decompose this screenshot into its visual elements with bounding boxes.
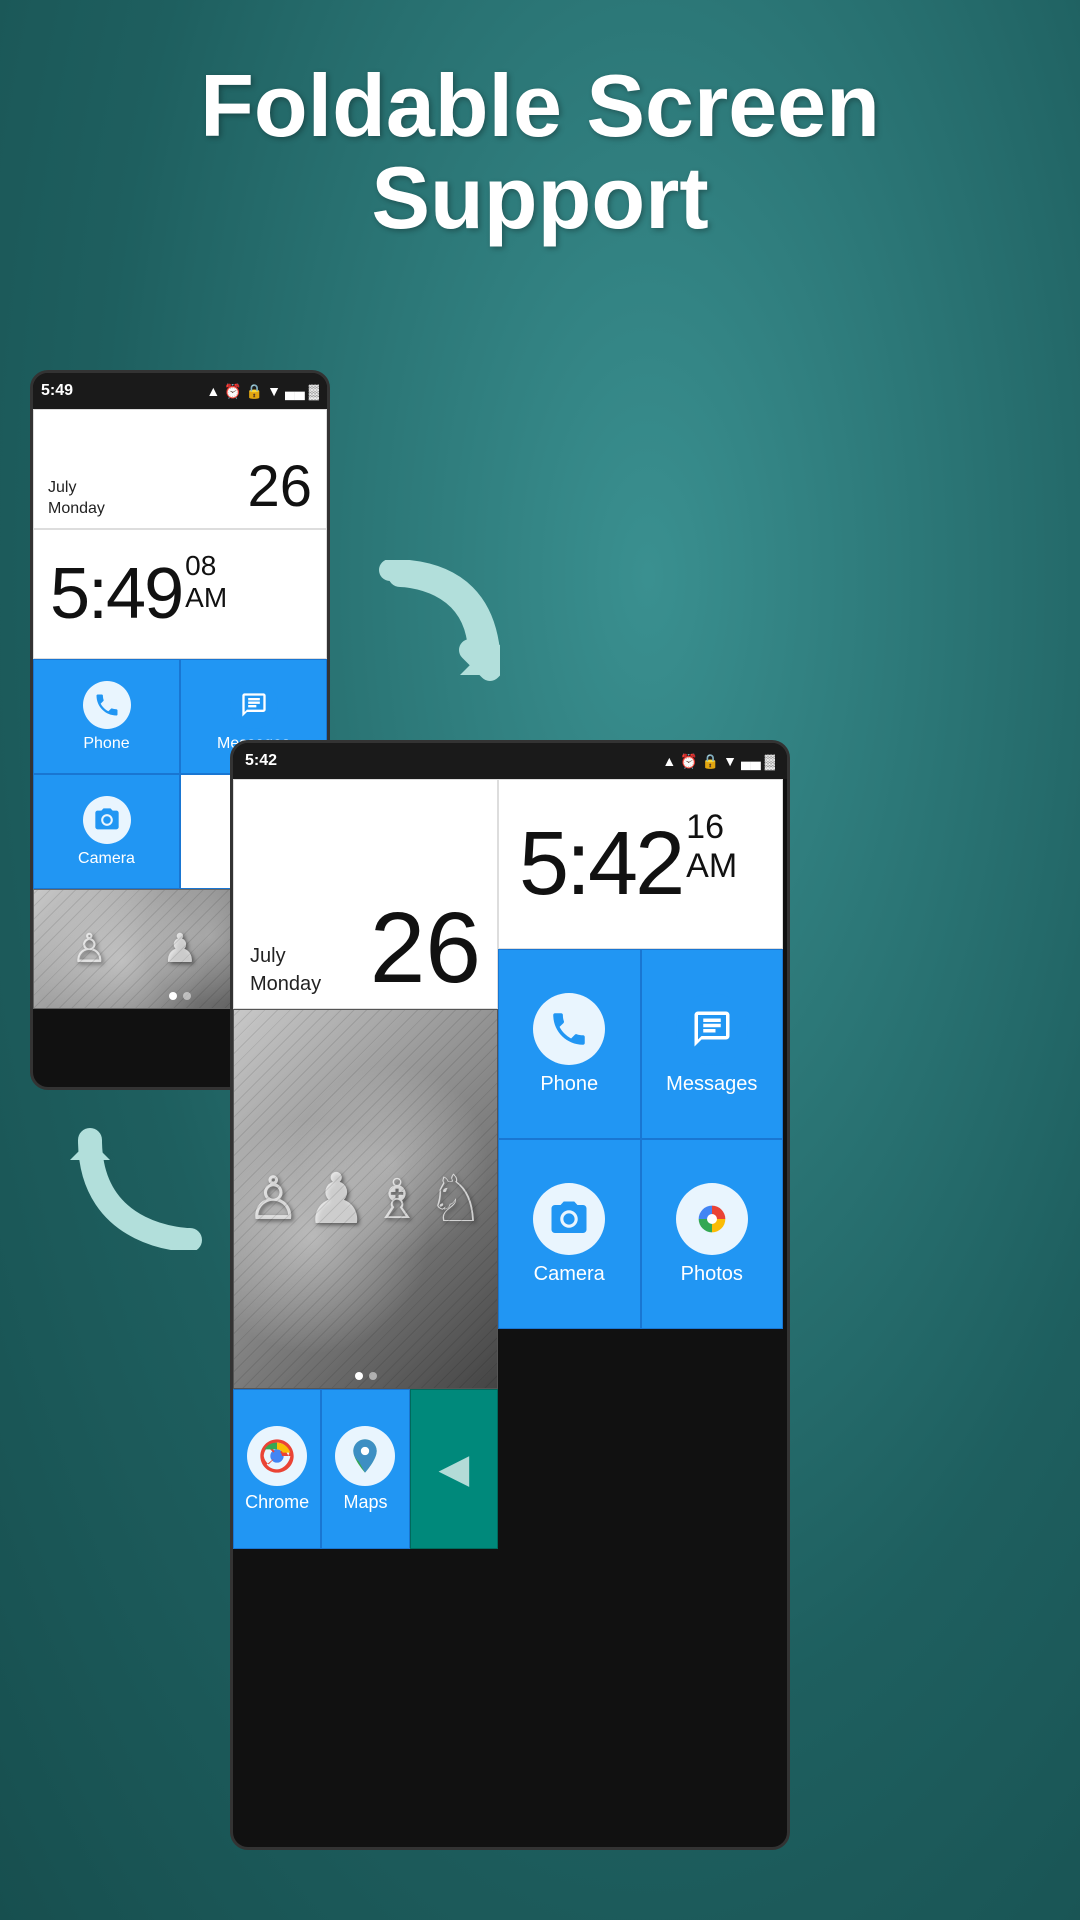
- photos-app-label-large: Photos: [681, 1263, 743, 1286]
- app-tile-maps[interactable]: Maps: [321, 1389, 409, 1549]
- bottom-row-large: Chrome Maps ◀: [233, 1389, 498, 1549]
- phone-large-mockup: 5:42 ▲ ⏰ 🔒 ▼ ▄▄ ▓ July Monday 26: [230, 740, 790, 1850]
- clock-time-large: 5:42: [519, 813, 682, 916]
- chrome-app-label: Chrome: [245, 1492, 309, 1513]
- weekday-large: Monday: [250, 970, 321, 998]
- arrow-up-icon: [60, 1100, 210, 1250]
- large-phone-content: July Monday 26 ♙ ♟ ♗ ♘: [233, 779, 787, 1549]
- messages-app-icon-small: [230, 681, 278, 729]
- clock-tile-small: 5:49 08 AM: [33, 529, 327, 659]
- title-line1: Foldable Screen: [200, 56, 880, 155]
- indicator-dot-lg-2: [369, 1372, 377, 1380]
- seconds-small: 08: [185, 550, 216, 581]
- day-number-large: 26: [370, 898, 481, 998]
- month-large: July: [250, 942, 321, 970]
- camera-app-icon-large: [533, 1183, 605, 1255]
- alarm-icon-lg: ⏰: [680, 753, 697, 770]
- messages-app-icon-large: [676, 993, 748, 1065]
- month-small: July: [48, 478, 105, 499]
- photo-tile-large: ♙ ♟ ♗ ♘: [233, 1009, 498, 1389]
- phone-app-icon-small: [83, 681, 131, 729]
- date-month-day-large: July Monday: [250, 942, 321, 998]
- camera-app-label-large: Camera: [534, 1263, 605, 1286]
- seconds-large: 16: [686, 808, 724, 846]
- indicator-dot-1: [169, 992, 177, 1000]
- phone-app-label-large: Phone: [540, 1073, 598, 1096]
- status-icons-large: ▲ ⏰ 🔒 ▼ ▄▄ ▓: [662, 753, 775, 770]
- indicator-dot-lg-1: [355, 1372, 363, 1380]
- alarm-icon: ⏰: [224, 383, 241, 400]
- wifi-icon-lg: ▼: [723, 753, 737, 769]
- camera-app-label-small: Camera: [78, 850, 135, 868]
- left-column: July Monday 26 ♙ ♟ ♗ ♘: [233, 779, 498, 1549]
- indicator-dot-2: [183, 992, 191, 1000]
- page-indicator-large: [355, 1372, 377, 1380]
- status-time-large: 5:42: [245, 752, 277, 770]
- ampm-small: AM: [185, 582, 227, 613]
- chess-image-large: ♙ ♟ ♗ ♘: [234, 1010, 497, 1388]
- weekday-small: Monday: [48, 499, 105, 520]
- day-number-small: 26: [247, 453, 312, 520]
- page-indicator-small: [169, 992, 191, 1000]
- messages-app-label-large: Messages: [666, 1073, 757, 1096]
- phone-app-icon-large: [533, 993, 605, 1065]
- date-tile-large: July Monday 26: [233, 779, 498, 1009]
- notification-icon: ▲: [206, 383, 220, 399]
- signal-icon-lg: ▄▄: [741, 753, 761, 769]
- app-tile-chrome[interactable]: Chrome: [233, 1389, 321, 1549]
- photos-app-icon-large: [676, 1183, 748, 1255]
- camera-app-icon-small: [83, 796, 131, 844]
- app-tile-camera-large[interactable]: Camera: [498, 1139, 641, 1329]
- page-title: Foldable Screen Support: [0, 60, 1080, 245]
- clock-time-small: 5:49: [50, 553, 182, 635]
- phone-app-label-small: Phone: [83, 735, 129, 753]
- battery-icon: ▓: [309, 383, 319, 399]
- battery-icon-lg: ▓: [765, 753, 775, 769]
- chrome-app-icon: [247, 1426, 307, 1486]
- app-tile-camera-small[interactable]: Camera: [33, 774, 180, 889]
- status-bar-small: 5:49 ▲ ⏰ 🔒 ▼ ▄▄ ▓: [33, 373, 327, 409]
- status-icons-small: ▲ ⏰ 🔒 ▼ ▄▄ ▓: [206, 383, 319, 400]
- app-tile-phone-large[interactable]: Phone: [498, 949, 641, 1139]
- status-time-small: 5:49: [41, 382, 73, 400]
- lock-icon-lg: 🔒: [702, 753, 719, 770]
- right-column: 5:42 16 AM Phone: [498, 779, 783, 1549]
- clock-tile-large: 5:42 16 AM: [498, 779, 783, 949]
- date-month-day-small: July Monday: [48, 478, 105, 520]
- arrow-down-icon: [370, 560, 500, 700]
- status-bar-large: 5:42 ▲ ⏰ 🔒 ▼ ▄▄ ▓: [233, 743, 787, 779]
- teal-icon: ◀: [438, 1446, 469, 1492]
- date-tile-small: July Monday 26: [33, 409, 327, 529]
- app-tile-phone-small[interactable]: Phone: [33, 659, 180, 774]
- maps-app-label: Maps: [343, 1492, 387, 1513]
- clock-seconds-large: 16 AM: [686, 808, 737, 886]
- maps-app-icon: [335, 1426, 395, 1486]
- clock-seconds-small: 08 AM: [185, 550, 227, 614]
- ampm-large: AM: [686, 847, 737, 885]
- signal-icon: ▄▄: [285, 383, 305, 399]
- wifi-icon: ▼: [267, 383, 281, 399]
- title-line2: Support: [371, 148, 708, 247]
- right-col-apps: Phone Messages: [498, 949, 783, 1329]
- app-tile-photos-large[interactable]: Photos: [641, 1139, 784, 1329]
- app-tile-messages-large[interactable]: Messages: [641, 949, 784, 1139]
- lock-icon: 🔒: [246, 383, 263, 400]
- notification-icon-lg: ▲: [662, 753, 676, 769]
- app-tile-teal[interactable]: ◀: [410, 1389, 498, 1549]
